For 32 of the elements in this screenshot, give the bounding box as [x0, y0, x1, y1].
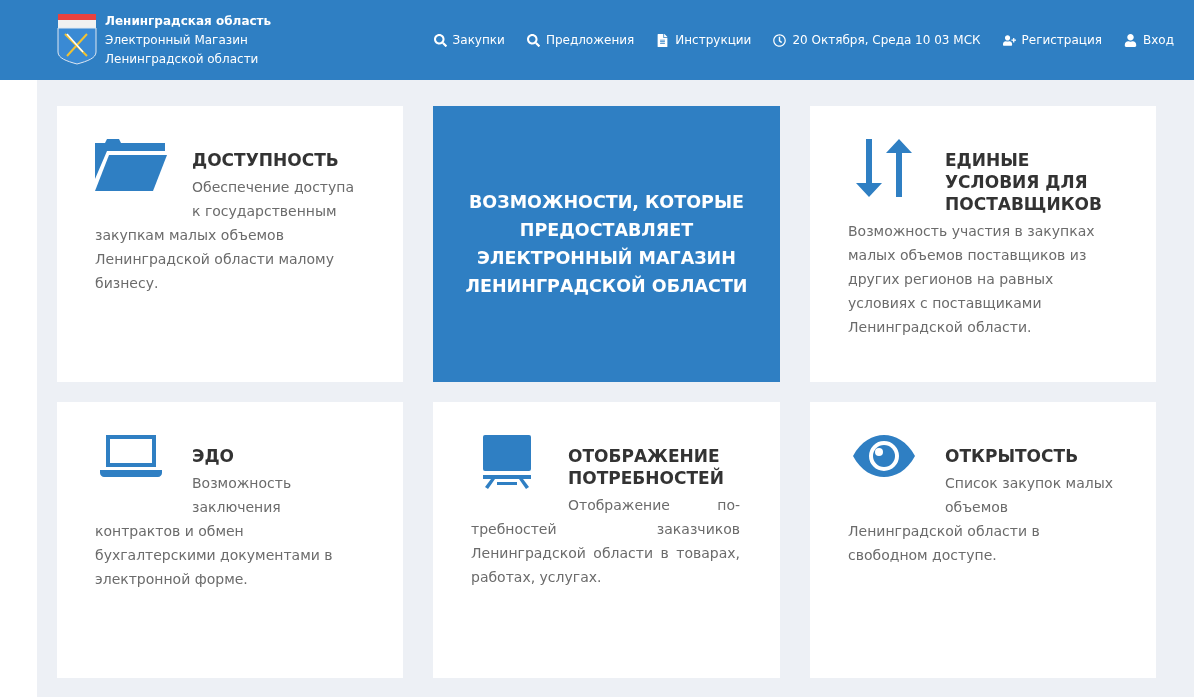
eye-icon: [853, 435, 915, 477]
nav-link[interactable]: Регистрация: [1002, 33, 1102, 47]
nav-link[interactable]: Закупки: [433, 33, 505, 47]
nav-link[interactable]: Предложения: [526, 33, 635, 47]
brand-subtitle: Электронный Магазин: [105, 31, 249, 49]
coat-of-arms-logo: [57, 14, 97, 66]
brand-title: Ленинградская область: [105, 12, 272, 30]
document-icon: [656, 33, 670, 47]
nav-link[interactable]: Вход: [1124, 33, 1174, 47]
card-text: Отображение по-требностей заказчиков Ленинградской области в товарах, работах, услугах.: [471, 496, 740, 587]
display-board-icon: [483, 435, 531, 489]
user-icon: [1124, 33, 1137, 47]
nav-link[interactable]: 20 Октября, Среда 10 03 МСК: [773, 33, 981, 47]
laptop-icon: [100, 435, 162, 477]
card-title: ОТОБРАЖЕНИЕ ПОТРЕБНОСТЕЙ: [568, 445, 725, 489]
search-icon: [433, 33, 447, 47]
highlight-title: ВОЗМОЖНОСТИ, КОТОРЫЕ ПРЕДОСТАВЛЯЕТ ЭЛЕКТРОННЫЙ МАГАЗИН ЛЕНИНГРАДСКОЙ ОБЛАСТИ: [464, 191, 749, 298]
card-text: Возможность участия в закупках малых объемов поставщиков из других регионов на равных условиях с поставщиками Ленинградской области.: [848, 222, 1096, 337]
up-down-arrows-icon: [856, 139, 912, 197]
card-title: ЕДИНЫЕ УСЛОВИЯ ДЛЯ ПОСТАВЩИКОВ: [945, 149, 1103, 215]
card-title: ЭДО: [192, 445, 236, 467]
brand-subtitle: Ленинградской области: [105, 50, 260, 68]
nav-link[interactable]: Инструкции: [656, 33, 752, 47]
card-text: Список закупок малых объемов Ленинградской области в свободном доступе.: [848, 474, 1114, 565]
search-icon: [526, 33, 540, 47]
clock-icon: [773, 33, 787, 47]
card-text: Возможность заключения контрактов и обмен бухгалтерскими документами в электронной форме.: [95, 474, 334, 589]
user-plus-icon: [1002, 33, 1016, 47]
card-text: Обеспечение доступа к государственным закупкам малых объемов Ленинградской области малому бизнесу.: [95, 178, 356, 293]
card-title: ОТКРЫТОСТЬ: [945, 445, 1080, 467]
folder-icon: [95, 139, 167, 191]
card-title: ДОСТУПНОСТЬ: [192, 149, 340, 171]
